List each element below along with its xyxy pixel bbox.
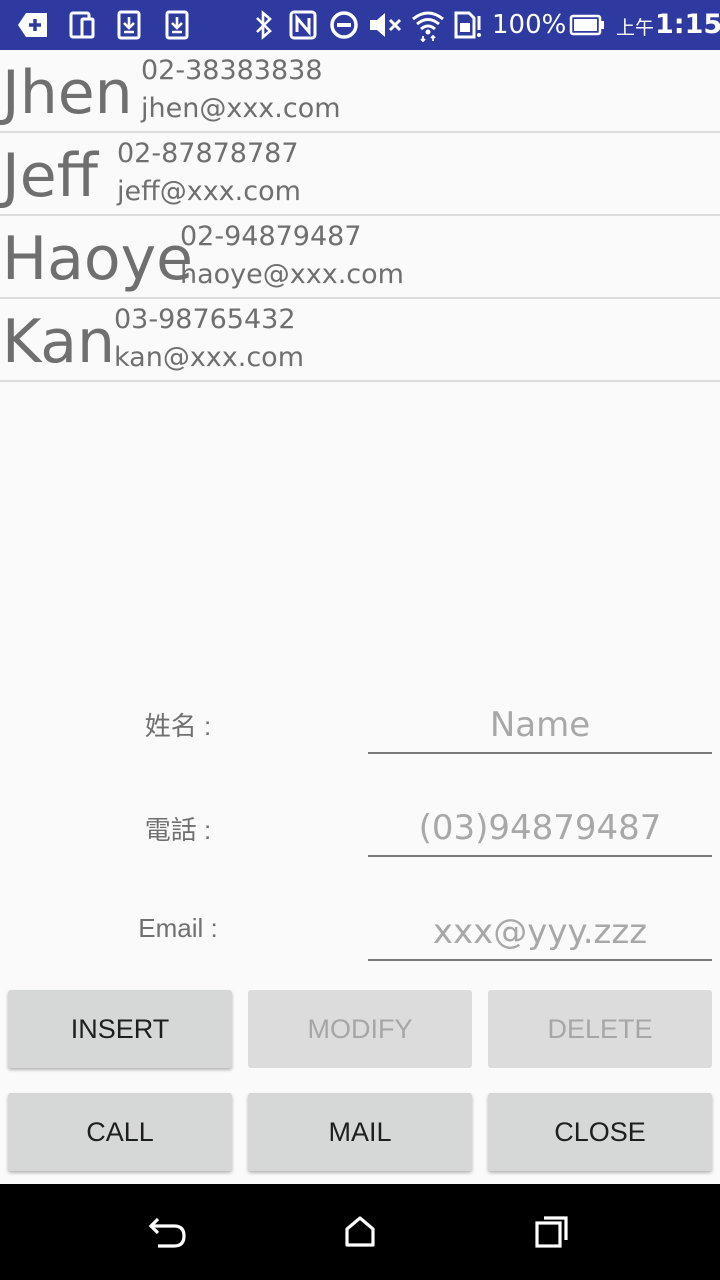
- modify-button[interactable]: MODIFY: [248, 990, 472, 1068]
- home-icon[interactable]: [336, 1208, 384, 1256]
- time-prefix: 上午: [616, 17, 655, 39]
- call-button[interactable]: CALL: [8, 1093, 232, 1171]
- battery-icon: [568, 8, 606, 42]
- email-field[interactable]: [368, 905, 712, 961]
- contact-name: Jhen: [2, 58, 133, 128]
- phone-field[interactable]: [368, 801, 712, 857]
- contact-name: Kan: [2, 307, 116, 377]
- contact-phone: 02-87878787: [117, 138, 299, 169]
- bluetooth-icon: [252, 8, 276, 42]
- delete-button[interactable]: DELETE: [488, 990, 712, 1068]
- list-item[interactable]: Jeff 02-87878787 jeff@xxx.com: [0, 133, 720, 216]
- download-icon: [114, 8, 144, 42]
- insert-button[interactable]: INSERT: [8, 990, 232, 1068]
- list-item[interactable]: Haoye 02-94879487 haoye@xxx.com: [0, 216, 720, 299]
- contact-phone: 02-94879487: [180, 221, 362, 252]
- mute-icon: [366, 8, 404, 42]
- contact-phone: 02-38383838: [141, 55, 323, 86]
- status-bar: 100% 上午 1:15: [0, 0, 720, 50]
- contact-name: Jeff: [2, 141, 98, 211]
- clock: 1:15: [655, 9, 720, 40]
- mail-button[interactable]: MAIL: [248, 1093, 472, 1171]
- wifi-icon: [410, 8, 446, 42]
- close-button[interactable]: CLOSE: [488, 1093, 712, 1171]
- email-label: Email :: [138, 913, 218, 943]
- navigation-bar: [0, 1184, 720, 1280]
- phone-tablet-icon: [66, 8, 98, 42]
- do-not-disturb-icon: [328, 8, 360, 42]
- contact-email: kan@xxx.com: [114, 342, 305, 373]
- contact-email: jeff@xxx.com: [117, 176, 301, 207]
- contact-name: Haoye: [2, 224, 194, 294]
- add-box-icon: [16, 8, 50, 42]
- sim-alert-icon: [452, 8, 484, 42]
- recent-apps-icon[interactable]: [528, 1208, 576, 1256]
- name-label: 姓名 :: [144, 711, 212, 741]
- name-field[interactable]: [368, 698, 712, 754]
- list-item[interactable]: Kan 03-98765432 kan@xxx.com: [0, 299, 720, 382]
- contact-email: jhen@xxx.com: [141, 93, 341, 124]
- contact-phone: 03-98765432: [114, 304, 296, 335]
- contact-list: Jhen 02-38383838 jhen@xxx.com Jeff 02-87…: [0, 50, 720, 382]
- back-icon[interactable]: [144, 1208, 192, 1256]
- list-item[interactable]: Jhen 02-38383838 jhen@xxx.com: [0, 50, 720, 133]
- download-icon: [162, 8, 192, 42]
- battery-percent: 100%: [492, 10, 567, 40]
- contact-email: haoye@xxx.com: [180, 259, 404, 290]
- nfc-icon: [288, 8, 318, 42]
- phone-label: 電話 :: [144, 815, 212, 845]
